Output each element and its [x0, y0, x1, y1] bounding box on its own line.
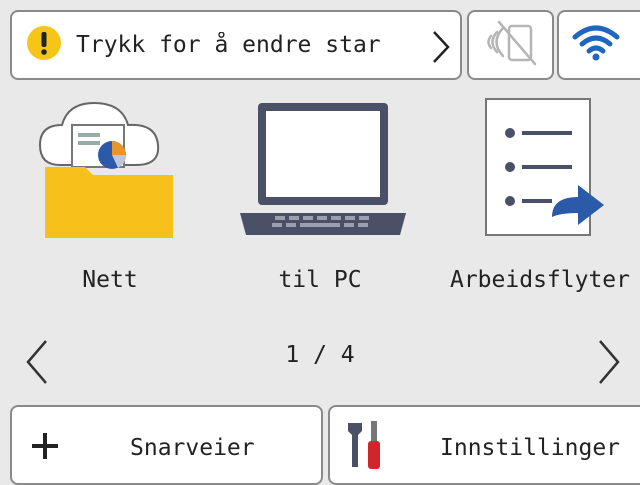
warning-icon [26, 25, 62, 65]
laptop-icon [220, 95, 420, 245]
next-page-arrow-icon[interactable] [596, 338, 622, 390]
plus-icon [30, 431, 60, 465]
status-message-text: Trykk for å endre star [76, 32, 381, 58]
app-workflows-label: Arbeidsflyter [449, 267, 630, 293]
app-to-pc[interactable]: til PC [220, 95, 420, 310]
page-indicator: 1 / 4 [285, 342, 355, 368]
settings-label: Innstillinger [440, 435, 621, 461]
wifi-status-button[interactable] [557, 10, 640, 80]
status-message-button[interactable]: Trykk for å endre star [10, 10, 462, 80]
app-web[interactable]: Nett [10, 95, 210, 310]
app-web-label: Nett [82, 267, 138, 293]
app-workflows[interactable]: Arbeidsflyter [440, 95, 640, 310]
tools-icon [344, 419, 388, 475]
web-cloud-folder-icon [10, 95, 210, 245]
workflow-list-icon [440, 95, 640, 245]
wifi-icon [571, 23, 621, 67]
nfc-disabled-icon [481, 18, 541, 72]
shortcuts-button[interactable]: Snarveier [10, 405, 323, 485]
settings-button[interactable]: Innstillinger [328, 405, 640, 485]
chevron-right-icon [430, 29, 452, 69]
nfc-status-button[interactable] [467, 10, 554, 80]
shortcuts-label: Snarveier [130, 435, 255, 461]
app-to-pc-label: til PC [278, 267, 362, 293]
